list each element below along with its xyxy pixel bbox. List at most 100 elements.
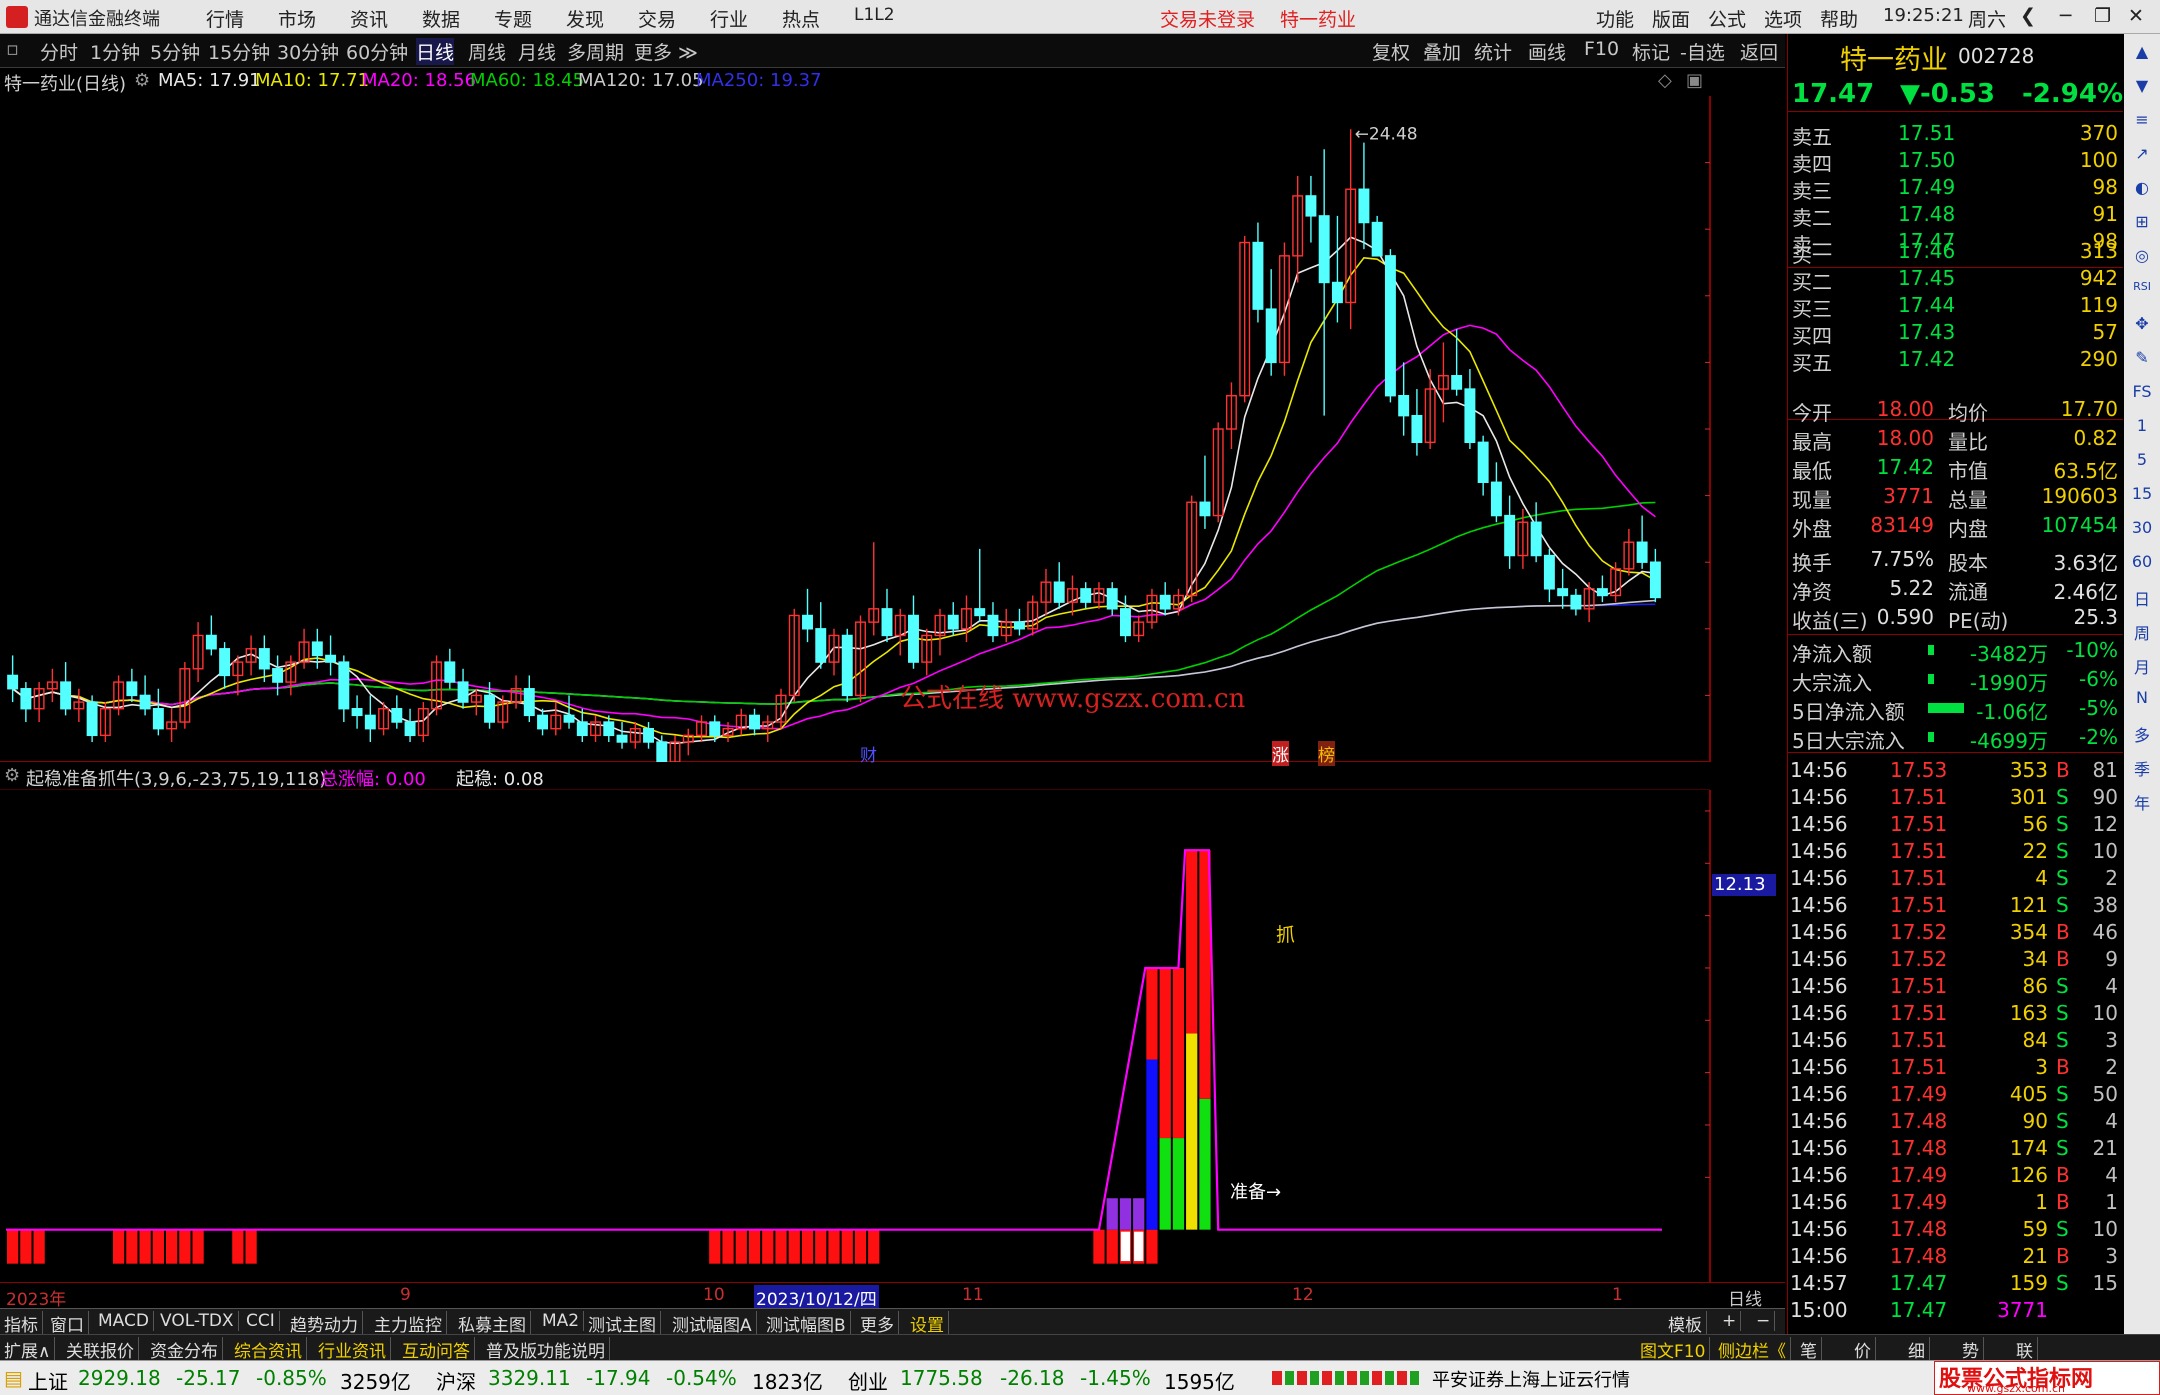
tab-lian[interactable]: 联 (2012, 1337, 2038, 1362)
tab-ceshi-b[interactable]: 测试幅图B (762, 1311, 851, 1336)
btn-f10[interactable]: F10 (1584, 38, 1619, 60)
sidebar-tool-4[interactable]: ◐ (2128, 178, 2156, 197)
tab-vol-tdx[interactable]: VOL-TDX (156, 1311, 239, 1331)
sidebar-tool-8[interactable]: ✥ (2128, 314, 2156, 333)
tab-shezhi[interactable]: 设置 (906, 1311, 949, 1336)
indicator-name[interactable]: 起稳准备抓牛(3,9,6,-23,75,19,118) (26, 765, 326, 791)
sidebar-tool-6[interactable]: ◎ (2128, 246, 2156, 265)
menu-bangzhu[interactable]: 帮助 (1820, 5, 1858, 32)
menu-jiaoyi[interactable]: 交易 (638, 5, 676, 32)
menu-shichang[interactable]: 市场 (278, 5, 316, 32)
tab-sidebar-toggle[interactable]: 侧边栏《 (1714, 1337, 1791, 1362)
cy-name[interactable]: 创业 (848, 1366, 888, 1395)
sidebar-tool-19[interactable]: N (2128, 688, 2156, 707)
tab-guanlian[interactable]: 关联报价 (62, 1337, 139, 1362)
tab-ma2[interactable]: MA2 (538, 1311, 585, 1331)
tick-list[interactable]: 14:56 17.53 353 B 81 14:56 17.51 301 S 90 14:56 17.… (1788, 752, 2123, 1338)
tab-ceshi-main[interactable]: 测试主图 (584, 1311, 661, 1336)
menu-banmian[interactable]: 版面 (1652, 5, 1690, 32)
broker-name[interactable]: 平安证券上海上证云行情 (1432, 1366, 1630, 1392)
btn-biaoji[interactable]: 标记 (1632, 38, 1670, 65)
tab-zijin[interactable]: 资金分布 (146, 1337, 223, 1362)
tab-zhuli[interactable]: 主力监控 (370, 1311, 447, 1336)
tab-multi[interactable]: 多周期 (567, 38, 624, 65)
sidebar-tool-15[interactable]: 60 (2128, 552, 2156, 571)
trade-status[interactable]: 交易未登录 (1160, 5, 1255, 32)
sidebar-tool-3[interactable]: ↗ (2128, 144, 2156, 163)
indicator-settings-icon[interactable]: ⚙ (4, 765, 20, 786)
restore-icon[interactable]: ❐ (2094, 5, 2111, 27)
tab-kuozhan[interactable]: 扩展∧ (0, 1337, 56, 1362)
sh-index-icon[interactable]: ▤ (4, 1366, 23, 1390)
sidebar-tool-20[interactable]: 多 (2128, 722, 2156, 746)
tab-shi[interactable]: 势 (1958, 1337, 1984, 1362)
sidebar-tool-1[interactable]: ▼ (2128, 76, 2156, 95)
tab-tuwen-f10[interactable]: 图文F10 (1636, 1337, 1711, 1362)
btn-zixuan[interactable]: -自选 (1680, 38, 1725, 65)
ma-settings-icon[interactable]: ⚙ (134, 70, 150, 91)
menu-faxian[interactable]: 发现 (566, 5, 604, 32)
tab-remove-icon[interactable]: − (1752, 1311, 1776, 1331)
btn-huaxian[interactable]: 画线 (1528, 38, 1566, 65)
menu-l1l2[interactable]: L1L2 (854, 5, 895, 25)
quote-stock-name[interactable]: 特一药业 (1840, 38, 1948, 77)
close-icon[interactable]: ✕ (2128, 5, 2144, 27)
btn-diejia[interactable]: 叠加 (1423, 38, 1461, 65)
hs-name[interactable]: 沪深 (436, 1366, 476, 1395)
tab-60min[interactable]: 60分钟 (346, 38, 408, 65)
tab-qushi[interactable]: 趋势动力 (286, 1311, 363, 1336)
tab-zhibiao[interactable]: 指标 (0, 1311, 43, 1336)
tab-5min[interactable]: 5分钟 (150, 38, 200, 65)
sidebar-tool-5[interactable]: ⊞ (2128, 212, 2156, 231)
btn-tongji[interactable]: 统计 (1474, 38, 1512, 65)
tab-fenshi[interactable]: 分时 (40, 38, 78, 65)
sidebar-tool-13[interactable]: 15 (2128, 484, 2156, 503)
tab-daily[interactable]: 日线 (416, 38, 455, 65)
tab-add-icon[interactable]: + (1718, 1311, 1742, 1331)
tab-1min[interactable]: 1分钟 (90, 38, 140, 65)
menu-gongshi[interactable]: 公式 (1708, 5, 1746, 32)
menu-hangye[interactable]: 行业 (710, 5, 748, 32)
chart-diamond-icon[interactable]: ◇ (1658, 70, 1672, 91)
menu-zixun[interactable]: 资讯 (350, 5, 388, 32)
sidebar-tool-12[interactable]: 5 (2128, 450, 2156, 469)
sidebar-tool-9[interactable]: ✎ (2128, 348, 2156, 367)
tab-weekly[interactable]: 周线 (468, 38, 506, 65)
back-arrow-icon[interactable]: ❮ (2020, 5, 2036, 27)
tab-jia[interactable]: 价 (1850, 1337, 1876, 1362)
tab-ceshi-a[interactable]: 测试幅图A (668, 1311, 757, 1336)
tab-muban[interactable]: 模板 (1664, 1311, 1707, 1336)
menu-xuanxiang[interactable]: 选项 (1764, 5, 1802, 32)
sidebar-tool-0[interactable]: ▲ (2128, 42, 2156, 61)
tab-bi[interactable]: 笔 (1796, 1337, 1822, 1362)
btn-fuquan[interactable]: 复权 (1372, 38, 1410, 65)
menu-redian[interactable]: 热点 (782, 5, 820, 32)
tab-zonghe[interactable]: 综合资讯 (230, 1337, 307, 1362)
btn-fanhui[interactable]: 返回 (1740, 38, 1778, 65)
tab-chuangkou[interactable]: 窗口 (46, 1311, 89, 1336)
sidebar-tool-17[interactable]: 周 (2128, 620, 2156, 644)
tab-xi[interactable]: 细 (1904, 1337, 1930, 1362)
tab-pujiban[interactable]: 普及版功能说明 (482, 1337, 610, 1362)
tab-cci[interactable]: CCI (242, 1311, 280, 1331)
sidebar-tool-18[interactable]: 月 (2128, 654, 2156, 678)
sh-name[interactable]: 上证 (28, 1366, 68, 1395)
tab-simu[interactable]: 私募主图 (454, 1311, 531, 1336)
sidebar-tool-7[interactable]: RSI (2128, 280, 2156, 293)
minimize-icon[interactable]: ─ (2060, 5, 2071, 27)
chart-panel-icon[interactable]: ▣ (1686, 70, 1703, 91)
menu-zhuanti[interactable]: 专题 (494, 5, 532, 32)
tab-gengduo[interactable]: 更多 (856, 1311, 899, 1336)
tab-15min[interactable]: 15分钟 (208, 38, 270, 65)
tab-30min[interactable]: 30分钟 (277, 38, 339, 65)
toolbar-menu-icon[interactable]: ▫ (6, 38, 19, 60)
kline-chart[interactable]: ←24.48←14.3224.0023.0022.0021.0020.0019.… (0, 96, 1779, 826)
tab-monthly[interactable]: 月线 (518, 38, 556, 65)
menu-gongneng[interactable]: 功能 (1596, 5, 1634, 32)
tab-macd[interactable]: MACD (94, 1311, 154, 1331)
menu-shuju[interactable]: 数据 (422, 5, 460, 32)
tab-hangye[interactable]: 行业资讯 (314, 1337, 391, 1362)
sidebar-tool-10[interactable]: FS (2128, 382, 2156, 401)
sidebar-tool-2[interactable]: ≡ (2128, 110, 2156, 129)
menu-hangqing[interactable]: 行情 (206, 5, 244, 32)
